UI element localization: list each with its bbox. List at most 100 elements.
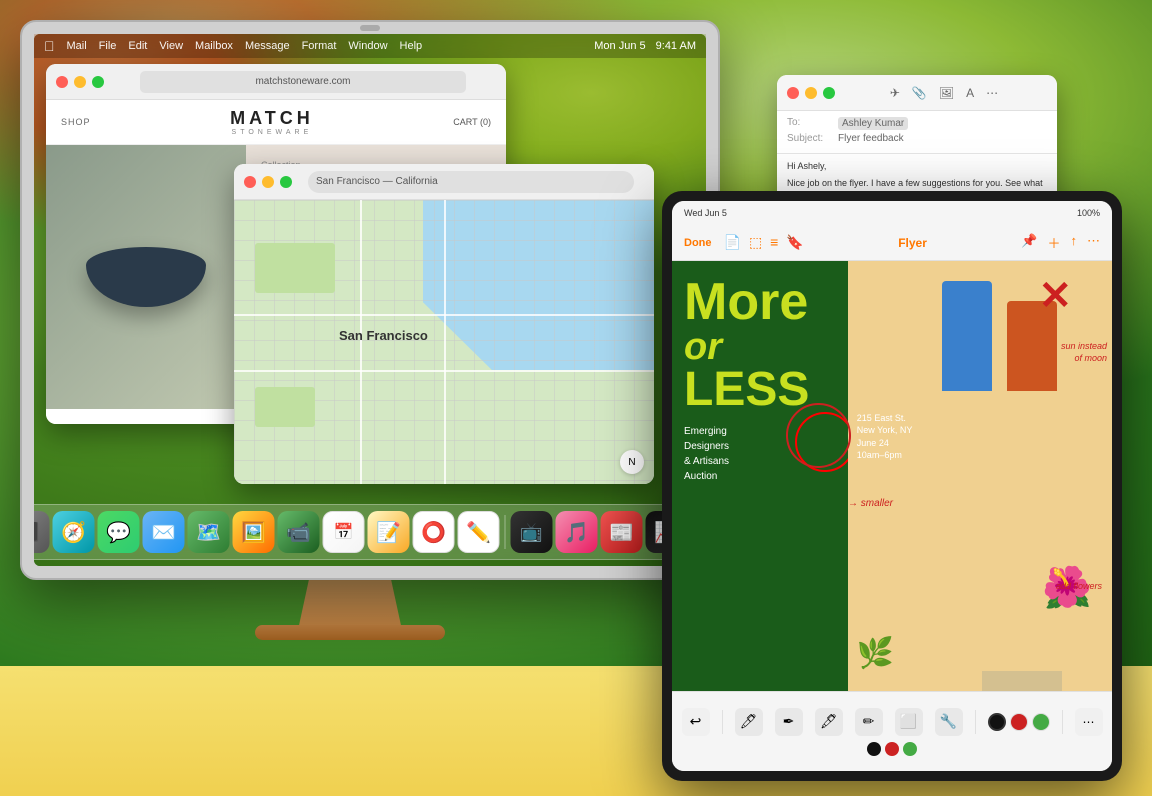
menubar-file[interactable]: File bbox=[99, 40, 117, 52]
ipad-pen-tool-4[interactable]: ✏ bbox=[855, 708, 883, 736]
tools-divider-2 bbox=[975, 710, 976, 734]
ipad-pen-tool-1[interactable]: 🖊 bbox=[735, 708, 763, 736]
ipad-flyer-right-panel: ✕ 🌺 sun insteadof moon add flowers bbox=[848, 261, 1112, 691]
mail-send-icon[interactable]: ✈ bbox=[890, 86, 900, 100]
dock-icon-facetime[interactable]: 📹 bbox=[278, 511, 320, 553]
ipad-toolbar-format-icon[interactable]: ≡ bbox=[770, 234, 778, 251]
ipad-toolbar-bookmark-icon[interactable]: 🔖 bbox=[786, 234, 803, 251]
ipad-more-options-icon[interactable]: ⋯ bbox=[1087, 233, 1100, 252]
mail-toolbar-icons: ✈ 📎 🖼 A ⋯ bbox=[841, 86, 1047, 100]
ipad-pen-tool-6[interactable]: 🔧 bbox=[935, 708, 963, 736]
ipad-toolbar-doc-icon[interactable]: 📄 bbox=[724, 234, 741, 251]
ipad-toolbar-grid-icon[interactable]: ⬚ bbox=[749, 234, 762, 251]
dock-icon-messages[interactable]: 💬 bbox=[98, 511, 140, 553]
ipad-done-button[interactable]: Done bbox=[684, 237, 712, 249]
ipad-color-green-2[interactable] bbox=[903, 742, 917, 756]
ipad-color-green[interactable] bbox=[1032, 713, 1050, 731]
ipad-pen-tool-2[interactable]: ✒ bbox=[775, 708, 803, 736]
dock-icon-photos[interactable]: 🖼️ bbox=[233, 511, 275, 553]
ipad-color-row-bottom bbox=[867, 742, 917, 756]
dock-icon-calendar[interactable]: 📅 bbox=[323, 511, 365, 553]
menubar-format[interactable]: Format bbox=[302, 40, 337, 52]
menubar-mail[interactable]: Mail bbox=[67, 40, 87, 52]
ipad-app-toolbar: Done 📄 ⬚ ≡ 🔖 Flyer 📌 ＋ ↑ ⋯ bbox=[672, 225, 1112, 261]
ipad-share-icon[interactable]: ↑ bbox=[1071, 233, 1078, 252]
mail-to-value[interactable]: Ashley Kumar bbox=[838, 117, 908, 130]
maps-titlebar: San Francisco — California bbox=[234, 164, 654, 200]
dock-icon-freeform[interactable]: ✏️ bbox=[458, 511, 500, 553]
safari-shop-header: SHOP MATCH STONEWARE CART (0) bbox=[46, 100, 506, 145]
map-road-4 bbox=[444, 200, 446, 484]
ipad-color-black[interactable] bbox=[988, 713, 1006, 731]
mail-fullscreen-button[interactable] bbox=[823, 87, 835, 99]
menubar-mailbox[interactable]: Mailbox bbox=[195, 40, 233, 52]
safari-minimize-button[interactable] bbox=[74, 76, 86, 88]
maps-search-text: San Francisco — California bbox=[316, 176, 438, 187]
ipad-flyer-or: or bbox=[684, 328, 836, 366]
ipad-flyer-more: More bbox=[684, 276, 836, 328]
dock-icon-mail[interactable]: ✉️ bbox=[143, 511, 185, 553]
mail-format-icon[interactable]: A bbox=[966, 86, 974, 100]
mail-more-icon[interactable]: ⋯ bbox=[986, 86, 998, 100]
menubar-edit[interactable]: Edit bbox=[128, 40, 147, 52]
maps-minimize-button[interactable] bbox=[262, 176, 274, 188]
dock-icon-safari[interactable]: 🧭 bbox=[53, 511, 95, 553]
mail-subject-value[interactable]: Flyer feedback bbox=[838, 133, 904, 144]
dock-icon-reminders[interactable]: ⭕ bbox=[413, 511, 455, 553]
map-city-label: San Francisco bbox=[339, 328, 428, 343]
dock-icon-news[interactable]: 📰 bbox=[601, 511, 643, 553]
ipad-pen-tool-3[interactable]: 🖋 bbox=[815, 708, 843, 736]
ipad-color-red[interactable] bbox=[1010, 713, 1028, 731]
imac-notch bbox=[360, 25, 380, 31]
map-park-1 bbox=[255, 243, 335, 293]
mail-attach-icon[interactable]: 📎 bbox=[912, 86, 927, 100]
dock-icon-maps[interactable]: 🗺️ bbox=[188, 511, 230, 553]
safari-cart[interactable]: CART (0) bbox=[453, 117, 491, 127]
menubar-window[interactable]: Window bbox=[348, 40, 387, 52]
imac-monitor:  Mail File Edit View Mailbox Message Fo… bbox=[20, 20, 720, 580]
dock-icon-apple-tv[interactable]: 📺 bbox=[511, 511, 553, 553]
dock-icon-notes[interactable]: 📝 bbox=[368, 511, 410, 553]
mail-to-label: To: bbox=[787, 117, 832, 130]
ipad-flyer-address: 215 East St. New York, NY June 24 10am–6… bbox=[857, 412, 913, 462]
menubar-view[interactable]: View bbox=[159, 40, 183, 52]
apple-menu[interactable]:  bbox=[44, 38, 55, 54]
ipad-toolbar-title: Flyer bbox=[812, 236, 1014, 250]
ipad-color-red-2[interactable] bbox=[885, 742, 899, 756]
menubar-help[interactable]: Help bbox=[400, 40, 423, 52]
safari-brand-name: MATCH bbox=[230, 108, 314, 129]
ipad-pin-icon[interactable]: 📌 bbox=[1021, 233, 1037, 252]
maps-close-button[interactable] bbox=[244, 176, 256, 188]
mail-subject-label: Subject: bbox=[787, 133, 832, 144]
ipad-add-icon[interactable]: ＋ bbox=[1047, 233, 1060, 252]
dock-icon-launchpad[interactable]: ⬛ bbox=[34, 511, 50, 553]
safari-close-button[interactable] bbox=[56, 76, 68, 88]
mail-titlebar: ✈ 📎 🖼 A ⋯ bbox=[777, 75, 1057, 111]
safari-url-bar[interactable]: matchstoneware.com bbox=[140, 71, 466, 93]
ipad-flyer-platform bbox=[982, 671, 1062, 691]
safari-url-text: matchstoneware.com bbox=[255, 76, 350, 87]
map-compass: N bbox=[620, 450, 644, 474]
map-park-2 bbox=[255, 387, 315, 427]
maps-search-bar[interactable]: San Francisco — California bbox=[308, 171, 634, 193]
safari-fullscreen-button[interactable] bbox=[92, 76, 104, 88]
ipad-toolbar-icons-right: 📌 ＋ ↑ ⋯ bbox=[1021, 233, 1100, 252]
mail-photo-icon[interactable]: 🖼 bbox=[939, 86, 954, 100]
menubar-right: Mon Jun 5 9:41 AM bbox=[594, 40, 696, 52]
mail-close-button[interactable] bbox=[787, 87, 799, 99]
menubar-message[interactable]: Message bbox=[245, 40, 290, 52]
ipad-toolbar-icons-left: 📄 ⬚ ≡ 🔖 bbox=[724, 234, 804, 251]
dock-icon-music[interactable]: 🎵 bbox=[556, 511, 598, 553]
menubar-time: 9:41 AM bbox=[656, 40, 696, 52]
ipad-undo-button[interactable]: ↩ bbox=[682, 708, 710, 736]
mail-minimize-button[interactable] bbox=[805, 87, 817, 99]
ipad-more-tools-button[interactable]: ⋯ bbox=[1075, 708, 1103, 736]
maps-content: San Francisco N bbox=[234, 200, 654, 484]
ipad-flyer-plant-bottom: 🌿 bbox=[857, 636, 894, 671]
ipad-flyer-address-line1: 215 East St. bbox=[857, 412, 913, 425]
ipad-annotation-flowers: add flowers bbox=[1056, 581, 1102, 591]
menubar:  Mail File Edit View Mailbox Message Fo… bbox=[34, 34, 706, 58]
maps-fullscreen-button[interactable] bbox=[280, 176, 292, 188]
ipad-color-black-2[interactable] bbox=[867, 742, 881, 756]
ipad-pen-tool-5[interactable]: ⬜ bbox=[895, 708, 923, 736]
